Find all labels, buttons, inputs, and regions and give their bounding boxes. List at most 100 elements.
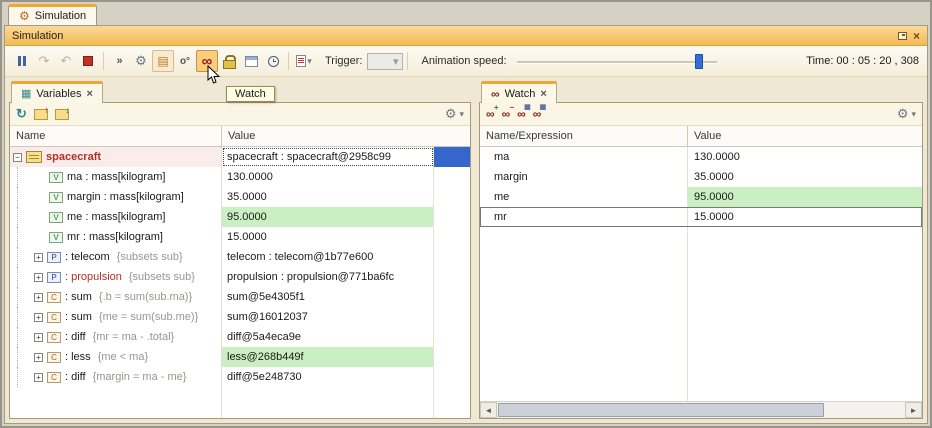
row-selection-fill (434, 147, 470, 167)
table-row[interactable]: V ma : mass[kilogram] 130.0000 (10, 167, 470, 187)
toolbar-separator (103, 52, 104, 70)
expand-icon[interactable]: + (34, 373, 43, 382)
expand-icon[interactable]: + (34, 293, 43, 302)
more-tools-button[interactable]: » (108, 50, 130, 72)
tab-simulation-label: Simulation (35, 10, 86, 22)
document-tab-strip: ⚙ Simulation (2, 2, 930, 25)
resume-button[interactable]: ↷ (33, 50, 55, 72)
table-row[interactable]: V mr : mass[kilogram] 15.0000 (10, 227, 470, 247)
table-row[interactable]: + C : diff {mr = ma - .total} diff@5a4ec… (10, 327, 470, 347)
expand-icon[interactable]: + (34, 333, 43, 342)
tab-watch[interactable]: ∞ Watch × (481, 81, 557, 103)
simulation-time: Time: 00 : 05 : 20 , 308 (806, 55, 921, 67)
column-header-value[interactable]: Value (222, 126, 470, 146)
panel-options-button[interactable]: ⚙ ▾ (445, 106, 464, 122)
remove-watch-icon[interactable]: ∞ (502, 108, 511, 120)
table-row[interactable]: margin 35.0000 (480, 167, 922, 187)
save-instance-icon[interactable] (55, 109, 69, 120)
dropdown-caret-icon: ▾ (307, 56, 312, 67)
horizontal-scrollbar[interactable]: ◄ ► (480, 401, 922, 418)
log-icon (296, 55, 306, 67)
variables-tab-icon: ▦ (21, 87, 31, 100)
variables-table: − spacecraft spacecraft : spacecraft@295… (10, 147, 470, 418)
slider-handle[interactable] (695, 54, 703, 69)
empty-table-area (480, 227, 922, 401)
table-row-selected[interactable]: mr 15.0000 (480, 207, 922, 227)
trigger-label: Trigger: (325, 55, 363, 67)
expand-icon[interactable]: + (34, 253, 43, 262)
scroll-right-arrow[interactable]: ► (905, 402, 922, 418)
table-row[interactable]: + C : less {me < ma} less@268b449f (10, 347, 470, 367)
table-row[interactable]: + P : propulsion {subsets sub} propulsio… (10, 267, 470, 287)
table-row[interactable]: me 95.0000 (480, 187, 922, 207)
column-header-name[interactable]: Name (10, 126, 222, 146)
trigger-dropdown[interactable]: ▾ (367, 53, 403, 70)
options-button[interactable]: ⚙ (130, 50, 152, 72)
export-instance-icon[interactable] (34, 109, 48, 120)
pane-titlebar: Simulation × (5, 26, 927, 46)
pause-button[interactable] (11, 50, 33, 72)
mouse-cursor (207, 65, 222, 86)
column-header-value[interactable]: Value (688, 126, 922, 146)
expand-icon[interactable]: + (34, 313, 43, 322)
show-hierarchy-button[interactable]: ▤ (152, 50, 174, 72)
table-row[interactable]: + P : telecom {subsets sub} telecom : te… (10, 247, 470, 267)
toolbar-separator (288, 52, 289, 70)
variables-panel: ▦ Variables × ↻ ⚙ ▾ Name (9, 81, 471, 419)
clock-icon (268, 56, 279, 67)
lock-icon (223, 55, 235, 67)
animation-speed-slider[interactable] (517, 53, 717, 70)
watch-tooltip: Watch (226, 86, 275, 102)
history-button[interactable] (262, 50, 284, 72)
part-property-icon: P (47, 272, 61, 283)
expand-icon[interactable]: + (34, 273, 43, 282)
simulation-toolbar: ↷ ↶ » ⚙ ▤ o° ∞ ▾ Trigger: ▾ Animation sp… (5, 46, 927, 77)
table-row[interactable]: + C : diff {margin = ma - me} diff@5e248… (10, 367, 470, 387)
slider-track (517, 61, 717, 64)
close-tab-icon[interactable]: × (540, 88, 546, 100)
table-row[interactable]: − spacecraft spacecraft : spacecraft@295… (10, 147, 470, 167)
chevrons-icon: » (116, 55, 121, 67)
close-tab-icon[interactable]: × (86, 88, 92, 100)
collapse-icon[interactable]: − (13, 153, 22, 162)
value-property-icon: V (49, 232, 63, 243)
table-row[interactable]: + C : sum {me = sum(sub.me)} sum@1601203… (10, 307, 470, 327)
close-pane-icon[interactable]: × (913, 30, 920, 42)
toolbar-separator (407, 52, 408, 70)
step-icon: ↶ (61, 53, 72, 69)
gear-icon: ⚙ (135, 53, 147, 69)
hierarchy-icon: ▤ (157, 54, 168, 68)
tab-variables[interactable]: ▦ Variables × (11, 81, 103, 103)
watch-table-header: Name/Expression Value (480, 126, 922, 147)
step-button[interactable]: ↶ (55, 50, 77, 72)
table-row[interactable]: ma 130.0000 (480, 147, 922, 167)
dropdown-caret-icon: ▾ (393, 55, 399, 68)
refresh-icon[interactable]: ↻ (16, 106, 27, 122)
constraint-property-icon: C (47, 372, 61, 383)
panel-options-button[interactable]: ⚙ ▾ (897, 106, 916, 122)
tab-simulation[interactable]: ⚙ Simulation (8, 4, 97, 25)
table-row[interactable]: V margin : mass[kilogram] 35.0000 (10, 187, 470, 207)
block-icon (26, 151, 42, 163)
terminate-button[interactable] (77, 50, 99, 72)
constraint-property-icon: C (47, 292, 61, 303)
float-window-icon[interactable] (898, 32, 907, 40)
constraint-property-icon: C (47, 332, 61, 343)
scrollbar-thumb[interactable] (498, 403, 824, 417)
simulation-gear-icon: ⚙ (19, 10, 30, 22)
watch-rows-icon[interactable]: ∞ (533, 108, 542, 120)
scroll-left-arrow[interactable]: ◄ (480, 402, 497, 418)
table-row[interactable]: + C : sum {.b = sum(sub.ma)} sum@5e4305f… (10, 287, 470, 307)
variables-toolbar: ↻ ⚙ ▾ (10, 103, 470, 126)
show-diagram-button[interactable]: o° (174, 50, 196, 72)
expand-icon[interactable]: + (34, 353, 43, 362)
table-row[interactable]: V me : mass[kilogram] 95.0000 (10, 207, 470, 227)
export-log-button[interactable]: ▾ (293, 50, 315, 72)
watch-columns-icon[interactable]: ∞ (517, 108, 526, 120)
console-button[interactable] (240, 50, 262, 72)
molecule-icon: o° (180, 56, 190, 67)
add-watch-icon[interactable]: ∞ (486, 108, 495, 120)
column-header-name-expression[interactable]: Name/Expression (480, 126, 688, 146)
scrollbar-track[interactable] (497, 402, 905, 418)
stop-icon (83, 56, 93, 66)
